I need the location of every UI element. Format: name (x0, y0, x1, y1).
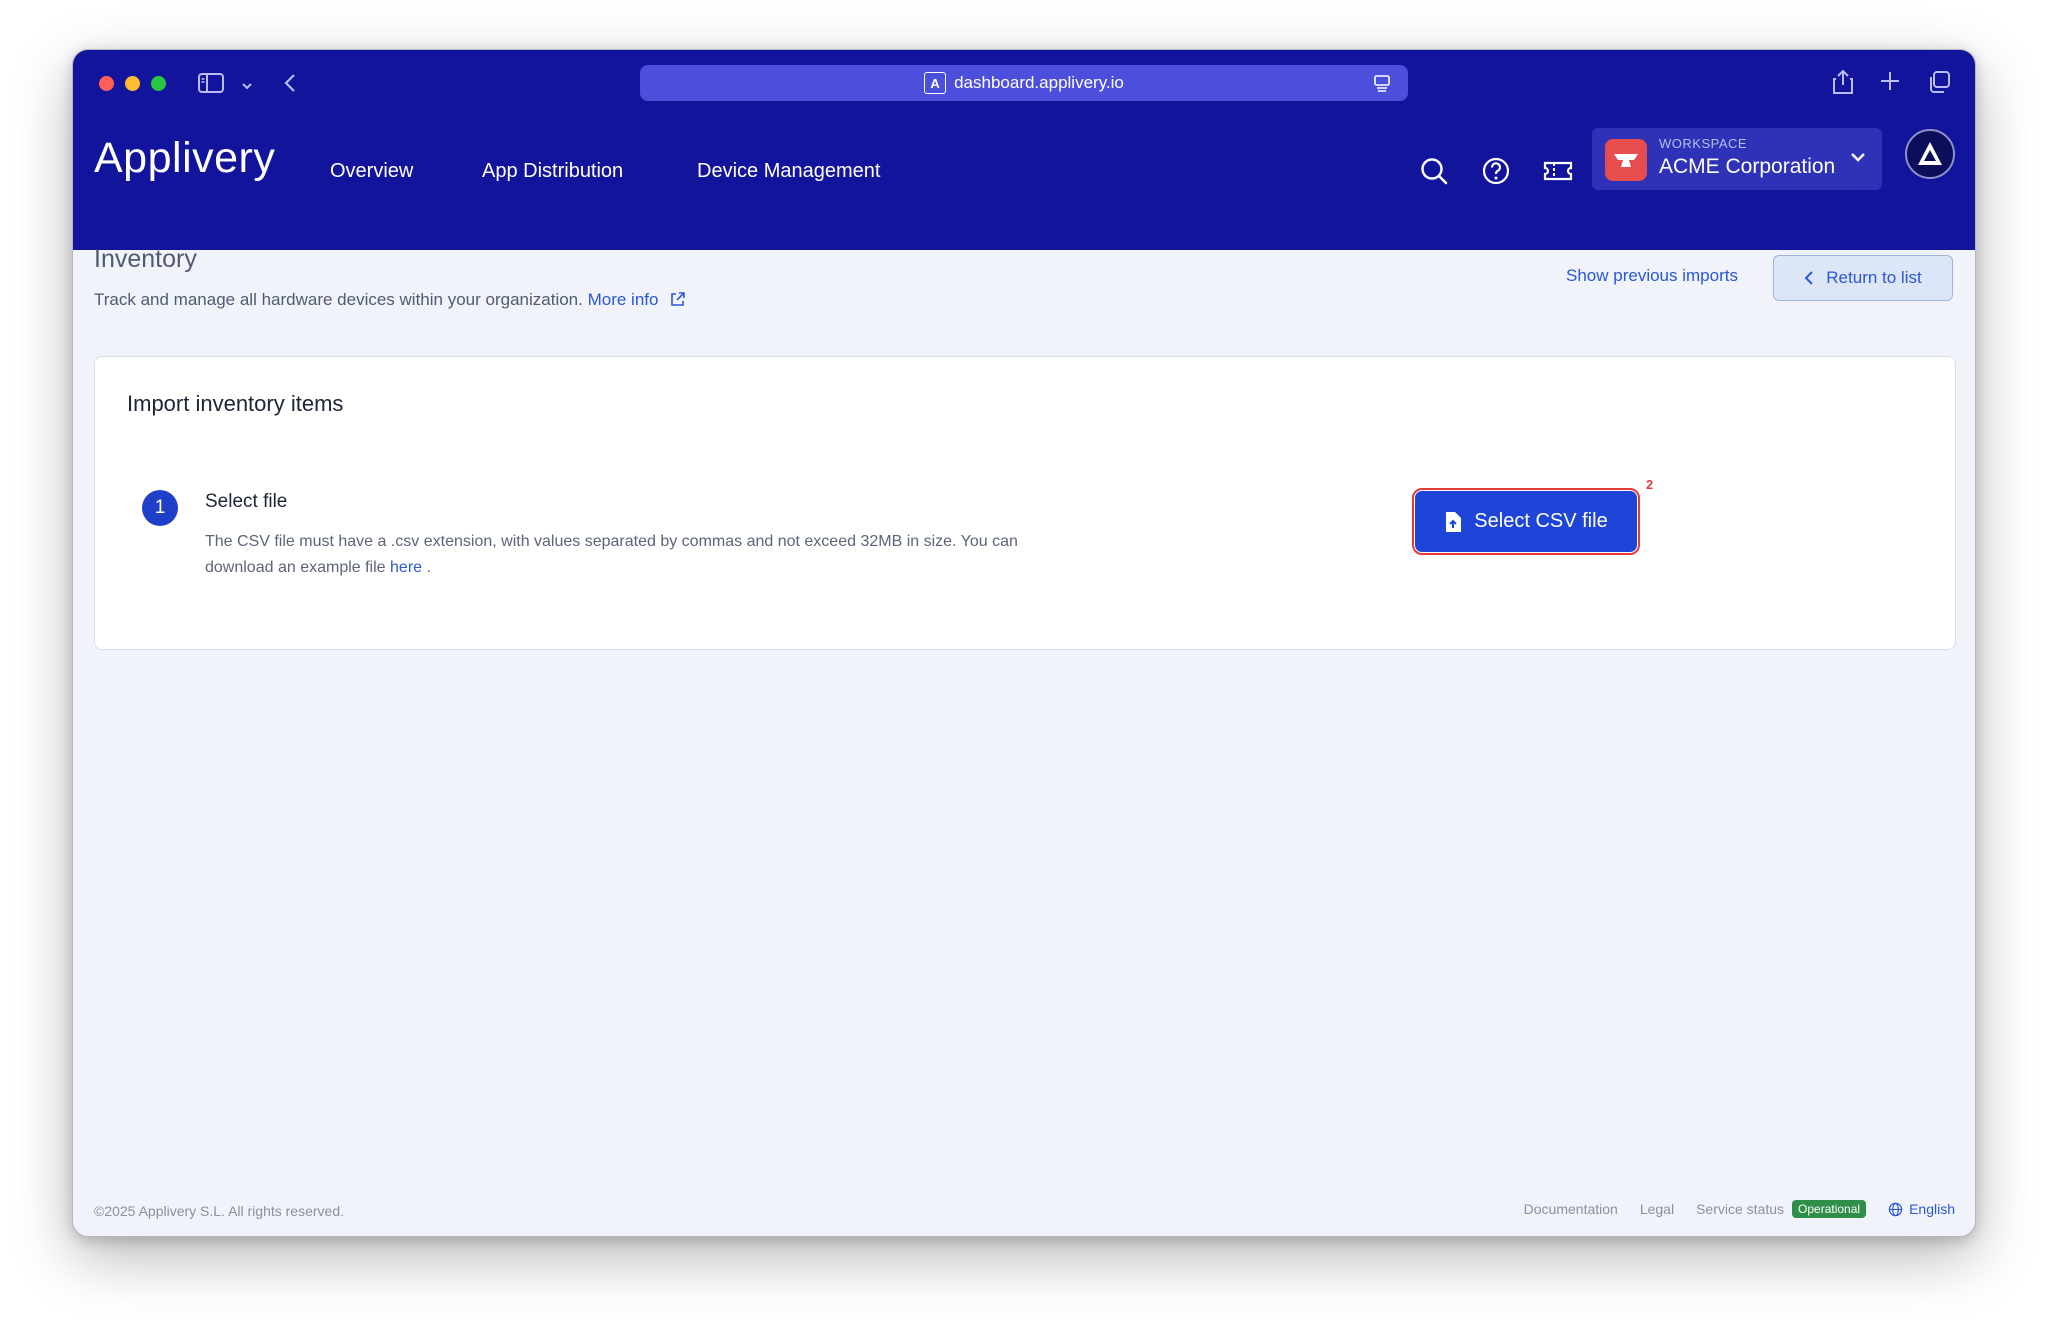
select-csv-file-label: Select CSV file (1474, 510, 1608, 532)
minimize-window-button[interactable] (125, 76, 140, 91)
step-description-text: The CSV file must have a .csv extension,… (205, 533, 1018, 576)
new-tab-icon[interactable] (1879, 70, 1901, 97)
step-title: Select file (205, 491, 288, 512)
browser-titlebar: A dashboard.applivery.io (73, 50, 1975, 116)
ticket-icon[interactable] (1541, 154, 1575, 188)
workspace-name: ACME Corporation (1659, 155, 1836, 178)
app-header: Applivery Overview App Distribution Devi… (73, 116, 1975, 250)
chevron-left-icon (1804, 271, 1813, 285)
page-description: Track and manage all hardware devices wi… (94, 290, 686, 313)
help-icon[interactable] (1479, 154, 1513, 188)
reader-mode-icon[interactable] (1372, 73, 1392, 98)
show-previous-imports-link[interactable]: Show previous imports (1566, 266, 1738, 286)
example-file-link[interactable]: here (390, 559, 422, 576)
external-link-icon (669, 291, 686, 313)
step-description: The CSV file must have a .csv extension,… (205, 529, 1045, 581)
maximize-window-button[interactable] (151, 76, 166, 91)
documentation-link[interactable]: Documentation (1524, 1201, 1618, 1217)
chevron-down-icon (1850, 150, 1866, 168)
step-description-end: . (422, 559, 431, 576)
more-info-label: More info (587, 290, 659, 309)
nav-app-distribution[interactable]: App Distribution (482, 160, 623, 183)
tab-overview-icon[interactable] (1927, 70, 1951, 99)
import-card: Import inventory items 1 Select file The… (94, 356, 1956, 650)
search-icon[interactable] (1417, 154, 1451, 188)
close-window-button[interactable] (99, 76, 114, 91)
nav-device-management[interactable]: Device Management (697, 160, 880, 183)
applivery-logo[interactable]: Applivery (94, 134, 275, 183)
site-favicon-icon: A (924, 72, 947, 94)
sidebar-toggle-icon[interactable] (198, 72, 224, 99)
service-status-link[interactable]: Service status (1696, 1201, 1784, 1217)
footer-links: Documentation Legal Service status Opera… (1502, 1200, 1955, 1218)
url-text: dashboard.applivery.io (954, 73, 1124, 92)
share-icon[interactable] (1831, 68, 1855, 101)
file-upload-icon (1446, 511, 1462, 532)
select-csv-file-button[interactable]: Select CSV file (1415, 491, 1637, 552)
language-label: English (1909, 1201, 1955, 1217)
language-selector[interactable]: English (1888, 1201, 1955, 1217)
card-title: Import inventory items (127, 391, 344, 416)
footer-copyright: ©2025 Applivery S.L. All rights reserved… (94, 1203, 344, 1219)
chevron-down-icon[interactable] (241, 78, 253, 96)
nav-overview[interactable]: Overview (330, 160, 413, 183)
more-info-link[interactable]: More info (588, 290, 687, 309)
annotation-badge: 2 (1646, 477, 1654, 492)
legal-link[interactable]: Legal (1640, 1201, 1674, 1217)
workspace-anvil-icon (1605, 139, 1647, 181)
page-title: Inventory (94, 245, 197, 273)
return-to-list-button[interactable]: Return to list (1773, 255, 1953, 301)
user-avatar[interactable] (1905, 129, 1955, 179)
workspace-label: WORKSPACE (1659, 136, 1748, 151)
back-arrow-icon[interactable] (283, 72, 297, 99)
description-text: Track and manage all hardware devices wi… (94, 290, 583, 309)
workspace-selector[interactable]: WORKSPACE ACME Corporation (1592, 128, 1882, 190)
step-number-badge: 1 (142, 490, 178, 526)
browser-window: A dashboard.applivery.io Applivery Overv… (72, 49, 1976, 1237)
globe-icon (1888, 1202, 1903, 1216)
return-to-list-label: Return to list (1826, 268, 1922, 287)
address-bar[interactable]: A dashboard.applivery.io (640, 65, 1408, 101)
status-badge: Operational (1792, 1200, 1867, 1218)
